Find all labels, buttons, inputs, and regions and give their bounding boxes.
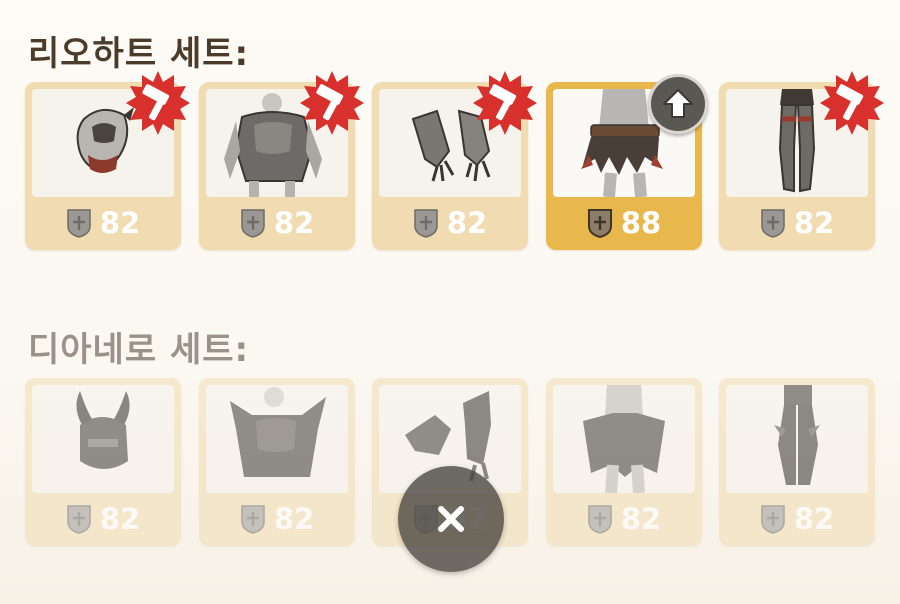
armor-level: 82 [199, 501, 355, 537]
hammer-icon[interactable] [125, 70, 191, 136]
armor-card-chest[interactable]: 82 [199, 82, 355, 250]
close-icon [438, 506, 464, 532]
armor-image-waist [553, 385, 695, 493]
set-title-liohart: 리오하트 세트: [28, 34, 250, 74]
defense-value: 88 [620, 206, 662, 240]
defense-shield-icon [413, 208, 439, 238]
armor-card-legs[interactable]: 82 [719, 82, 875, 250]
hammer-icon[interactable] [819, 70, 885, 136]
defense-value: 82 [273, 502, 315, 536]
defense-value: 82 [99, 502, 141, 536]
defense-value: 82 [793, 502, 835, 536]
armor-level: 82 [25, 205, 181, 241]
defense-value: 82 [793, 206, 835, 240]
defense-value: 82 [99, 206, 141, 240]
armor-card-legs[interactable]: 82 [719, 378, 875, 546]
armor-level: 88 [546, 205, 702, 241]
armor-level: 82 [372, 205, 528, 241]
defense-value: 82 [273, 206, 315, 240]
armor-level: 82 [719, 205, 875, 241]
defense-shield-icon [760, 504, 786, 534]
defense-shield-icon [587, 504, 613, 534]
armor-level: 82 [199, 205, 355, 241]
defense-shield-icon [66, 208, 92, 238]
armor-card-waist[interactable]: 82 [546, 378, 702, 546]
defense-shield-icon [240, 208, 266, 238]
armor-level: 82 [25, 501, 181, 537]
armor-level: 82 [719, 501, 875, 537]
defense-shield-icon [587, 208, 613, 238]
armor-image-helmet [32, 385, 174, 493]
armor-card-gauntlets[interactable]: 82 [372, 82, 528, 250]
set-items-liohart: 82 82 82 88 82 [25, 82, 875, 250]
armor-image-legs [726, 385, 868, 493]
armor-level: 82 [546, 501, 702, 537]
defense-value: 82 [446, 206, 488, 240]
armor-card-chest[interactable]: 82 [199, 378, 355, 546]
armor-card-waist[interactable]: 88 [546, 74, 708, 250]
set-title-dianero: 디아네로 세트: [28, 330, 250, 370]
armor-card-helmet[interactable]: 82 [25, 82, 181, 250]
armor-image-chest [206, 385, 348, 493]
hammer-icon[interactable] [472, 70, 538, 136]
hammer-icon[interactable] [299, 70, 365, 136]
defense-shield-icon [760, 208, 786, 238]
upgrade-arrow-icon[interactable] [648, 74, 708, 134]
armor-card-helmet[interactable]: 82 [25, 378, 181, 546]
close-button[interactable] [398, 466, 504, 572]
defense-shield-icon [240, 504, 266, 534]
defense-shield-icon [66, 504, 92, 534]
defense-value: 82 [620, 502, 662, 536]
